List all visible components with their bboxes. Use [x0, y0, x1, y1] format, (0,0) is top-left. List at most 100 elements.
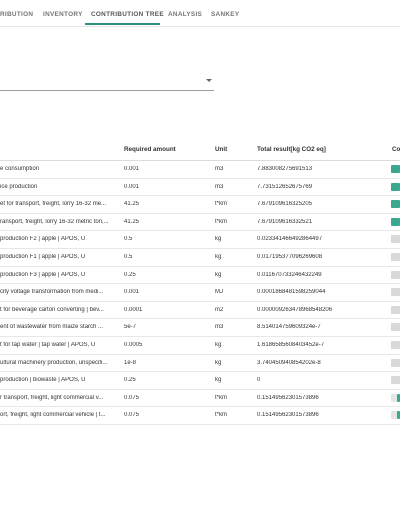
tab-contribution-tree[interactable]: CONTRIBUTION TREE [91, 11, 164, 18]
header-contribution[interactable]: Co [392, 146, 400, 153]
row-name: t for beverage carton converting | bev..… [0, 306, 104, 313]
row-unit: t*km [215, 218, 227, 225]
tab-contribution[interactable]: RIBUTION [0, 11, 33, 18]
row-unit: m3 [215, 166, 224, 172]
row-name: production F2 | apple | APOS, U [0, 236, 86, 243]
table-row[interactable]: e consumption 0.001 m3 7.883008275691513 [0, 161, 400, 179]
chevron-down-icon[interactable] [206, 79, 212, 82]
row-required-amount: 0.001 [124, 166, 140, 172]
table-row[interactable]: ice production 0.001 m3 7.73151265267576​9 [0, 179, 400, 197]
row-unit: t*km [215, 394, 227, 401]
row-unit: kg [215, 253, 222, 260]
tab-analysis[interactable]: ANALYSIS [168, 11, 202, 18]
row-required-amount: 0.5 [124, 253, 133, 260]
table-row[interactable]: ort, freight, light commercial vehicle |… [0, 407, 400, 425]
contribution-bar [391, 252, 400, 261]
row-name: e consumption [0, 166, 40, 172]
contribution-bar [391, 358, 400, 367]
row-total-result: 0.00000926347896854820​6 [257, 306, 333, 313]
contribution-bar [391, 288, 400, 297]
row-unit: kg [215, 377, 222, 384]
row-unit: MJ [215, 289, 223, 296]
row-name: city voltage transformation from medi... [0, 289, 104, 296]
contribution-bar [391, 165, 400, 173]
row-required-amount: 0.001 [124, 183, 140, 190]
row-required-amount: 0.0005 [124, 341, 143, 348]
row-total-result: 0.15149562301573896 [257, 412, 319, 419]
row-total-result: 7.679109616325205 [257, 201, 313, 208]
contribution-bar [391, 305, 400, 314]
row-required-amount: 0.5 [124, 236, 133, 243]
row-required-amount: 41.25 [124, 218, 140, 225]
contribution-bar [391, 340, 400, 349]
row-name: ort, freight, light commercial vehicle |… [0, 412, 106, 419]
table-row[interactable]: production | biowaste | APOS, U 0.25 kg 0 [0, 372, 400, 390]
row-name: ransport, freight, lorry 16-32 metric to… [0, 218, 109, 225]
row-total-result: 0.000186848159825904​4 [257, 289, 326, 296]
table-row[interactable]: production F3 | apple | APOS, U 0.25 kg 0.0… [0, 267, 400, 285]
table-row[interactable]: city voltage transformation from medi...… [0, 284, 400, 302]
row-required-amount: 0.25 [124, 377, 136, 384]
row-total-result: 7.73151265267576​9 [257, 183, 313, 190]
table-header: Required amount Unit Total result[kg CO2… [0, 141, 400, 161]
row-name: t for tap water | tap water | APOS, U [0, 341, 96, 348]
row-unit: m2 [215, 306, 224, 313]
table-row[interactable]: t for beverage carton converting | bev..… [0, 302, 400, 320]
contribution-bar [391, 200, 400, 209]
row-unit: m3 [215, 183, 224, 190]
row-total-result: 1.6186585608403452e-7 [257, 341, 325, 348]
active-tab-indicator [85, 23, 160, 25]
row-required-amount: 5e-7 [124, 324, 137, 331]
header-unit[interactable]: Unit [215, 146, 227, 153]
row-name: production F3 | apple | APOS, U [0, 271, 86, 278]
impact-category-select[interactable] [0, 74, 214, 91]
row-total-result: 7.883008275691513 [257, 166, 313, 172]
row-total-result: 0.011670733246432249 [257, 271, 322, 278]
table-body: e consumption 0.001 m3 7.883008275691513 ice… [0, 161, 400, 425]
table-row[interactable]: t for tap water | tap water | APOS, U 0.0… [0, 337, 400, 355]
table-row[interactable]: ransport, freight, lorry 16-32 metric to… [0, 214, 400, 232]
table-row[interactable]: r transport, freight, light commercial v… [0, 390, 400, 408]
row-name: ent of wastewater from maize starch ... [0, 324, 104, 331]
row-unit: kg [215, 271, 222, 278]
row-name: r transport, freight, light commercial v… [0, 394, 104, 401]
header-required-amount[interactable]: Required amount [124, 146, 176, 153]
row-required-amount: 0.075 [124, 394, 140, 401]
table-row[interactable]: ent of wastewater from maize starch ... 5… [0, 319, 400, 337]
table-row[interactable]: production F2 | apple | APOS, U 0.5 kg 0.02… [0, 231, 400, 249]
row-total-result: 7.679109616332521 [257, 218, 313, 225]
header-total-result[interactable]: Total result[kg CO2 eq] [257, 146, 326, 153]
contribution-bar [391, 182, 400, 191]
tab-bar: RIBUTION INVENTORY CONTRIBUTION TREE ANA… [0, 0, 400, 27]
row-unit: kg [215, 341, 222, 348]
row-total-result: 0 [257, 377, 261, 384]
row-total-result: 3.740450940854202e-8 [257, 359, 321, 366]
row-required-amount: 41.25 [124, 201, 140, 208]
row-name: production | biowaste | APOS, U [0, 377, 86, 384]
table-row[interactable]: production F1 | apple | APOS, U 0.5 kg 0.01… [0, 249, 400, 267]
row-total-result: 8.514014759609324e-7 [257, 324, 321, 331]
row-unit: kg [215, 359, 222, 366]
tab-inventory[interactable]: INVENTORY [43, 11, 83, 18]
row-required-amount: 1e-8 [124, 359, 137, 366]
row-unit: t*km [215, 412, 227, 419]
row-unit: t*km [215, 201, 227, 208]
tab-sankey[interactable]: SANKEY [211, 11, 239, 18]
contribution-bar [391, 323, 400, 332]
row-required-amount: 0.25 [124, 271, 136, 278]
contribution-bar [391, 270, 400, 279]
table-row[interactable]: et for transport, freight, lorry 16-32 m… [0, 196, 400, 214]
row-required-amount: 0.001 [124, 289, 140, 296]
contribution-table: Required amount Unit Total result[kg CO2… [0, 141, 400, 425]
row-unit: m3 [215, 324, 224, 331]
contribution-bar [391, 217, 400, 226]
row-name: et for transport, freight, lorry 16-32 m… [0, 201, 107, 208]
row-name: production F1 | apple | APOS, U [0, 253, 86, 260]
row-required-amount: 0.0001 [124, 306, 143, 313]
row-required-amount: 0.075 [124, 412, 140, 419]
row-total-result: 0.017195377096269608 [257, 253, 323, 260]
row-unit: kg [215, 236, 222, 243]
row-total-result: 0.15149562301573896 [257, 394, 319, 401]
row-name: ultural machinery production, unspecifi.… [0, 359, 108, 366]
table-row[interactable]: ultural machinery production, unspecifi.… [0, 355, 400, 373]
